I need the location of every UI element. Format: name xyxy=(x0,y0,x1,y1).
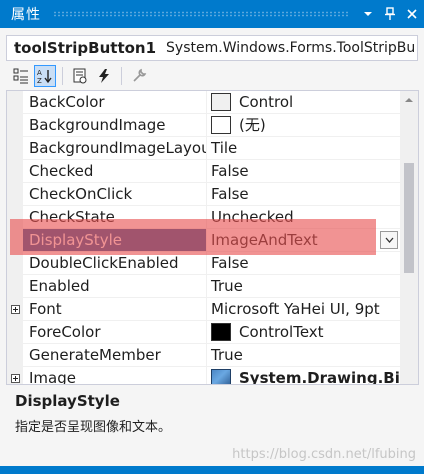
property-value-text: (无) xyxy=(239,115,266,134)
events-icon[interactable] xyxy=(93,65,115,87)
property-name[interactable]: Enabled xyxy=(23,275,207,298)
property-row[interactable]: Font Microsoft YaHei UI, 9pt xyxy=(7,298,400,321)
property-value-text: ImageAndText xyxy=(211,230,318,249)
row-gutter[interactable] xyxy=(7,367,23,384)
property-row[interactable]: CheckOnClick False xyxy=(7,183,400,206)
property-row[interactable]: Image System.Drawing.Bitm xyxy=(7,367,400,385)
categorized-icon[interactable] xyxy=(10,65,32,87)
svg-text:Z: Z xyxy=(37,77,42,84)
property-value[interactable]: Unchecked xyxy=(207,206,400,229)
property-value[interactable]: Tile xyxy=(207,137,400,160)
property-name[interactable]: Checked xyxy=(23,160,207,183)
property-value[interactable]: Microsoft YaHei UI, 9pt xyxy=(207,298,400,321)
property-grid[interactable]: BackColor Control BackgroundImage (无) Backgr… xyxy=(6,90,419,385)
property-row[interactable]: DisplayStyle ImageAndText xyxy=(7,229,400,252)
properties-icon[interactable] xyxy=(69,65,91,87)
property-name[interactable]: CheckState xyxy=(23,206,207,229)
property-row[interactable]: BackColor Control xyxy=(7,91,400,114)
property-row[interactable]: Checked False xyxy=(7,160,400,183)
property-value[interactable]: Control xyxy=(207,91,400,114)
scroll-up-arrow-icon[interactable] xyxy=(400,91,418,109)
property-pages-icon[interactable] xyxy=(128,65,150,87)
row-gutter xyxy=(7,252,23,275)
property-row[interactable]: GenerateMember True xyxy=(7,344,400,367)
row-gutter xyxy=(7,229,23,252)
property-value[interactable]: False xyxy=(207,183,400,206)
property-name[interactable]: BackColor xyxy=(23,91,207,114)
vertical-scrollbar[interactable] xyxy=(400,91,418,384)
row-gutter xyxy=(7,183,23,206)
pin-icon[interactable] xyxy=(380,4,400,24)
property-name[interactable]: GenerateMember xyxy=(23,344,207,367)
property-value-text: Tile xyxy=(211,138,238,157)
toolbar-separator xyxy=(121,67,122,85)
property-row[interactable]: BackgroundImageLayout Tile xyxy=(7,137,400,160)
property-value-text: False xyxy=(211,253,249,272)
property-value[interactable]: False xyxy=(207,160,400,183)
object-selector[interactable]: toolStripButton1 System.Windows.Forms.To… xyxy=(6,35,418,61)
toolbar-separator xyxy=(62,67,63,85)
property-value[interactable]: True xyxy=(207,344,400,367)
property-value-text: False xyxy=(211,184,249,203)
property-value-text: ControlText xyxy=(239,322,324,341)
value-dropdown-button[interactable] xyxy=(380,231,398,249)
color-swatch xyxy=(211,93,231,111)
property-row[interactable]: BackgroundImage (无) xyxy=(7,114,400,137)
row-gutter xyxy=(7,206,23,229)
property-value-text: System.Drawing.Bitm xyxy=(239,368,400,385)
description-title: DisplayStyle xyxy=(15,392,120,410)
property-value[interactable]: True xyxy=(207,275,400,298)
property-name[interactable]: ForeColor xyxy=(23,321,207,344)
titlebar-grip[interactable] xyxy=(53,11,348,17)
watermark: https://blog.csdn.net/lfubing xyxy=(232,447,416,462)
property-row[interactable]: CheckState Unchecked xyxy=(7,206,400,229)
property-value-text: Control xyxy=(239,92,294,111)
property-name[interactable]: Image xyxy=(23,367,207,384)
property-name[interactable]: Font xyxy=(23,298,207,321)
property-value-text: Unchecked xyxy=(211,207,294,226)
alphabetical-icon[interactable]: A Z xyxy=(34,65,56,87)
property-row[interactable]: DoubleClickEnabled False xyxy=(7,252,400,275)
property-row[interactable]: ForeColor ControlText xyxy=(7,321,400,344)
property-value-text: Microsoft YaHei UI, 9pt xyxy=(211,299,380,318)
property-value[interactable]: System.Drawing.Bitm xyxy=(207,367,400,385)
property-name[interactable]: BackgroundImageLayout xyxy=(23,137,207,160)
row-gutter xyxy=(7,114,23,137)
close-icon[interactable] xyxy=(402,4,422,24)
property-value[interactable]: ImageAndText xyxy=(207,229,400,252)
window-position-dropdown-icon[interactable] xyxy=(358,4,378,24)
property-value-text: True xyxy=(211,276,243,295)
expand-icon[interactable] xyxy=(10,374,20,383)
property-value-text: False xyxy=(211,161,249,180)
description-text: 指定是否呈现图像和文本。 xyxy=(15,420,172,435)
row-gutter xyxy=(7,160,23,183)
bottom-status-bar xyxy=(0,466,424,474)
expand-icon[interactable] xyxy=(10,305,20,314)
property-value[interactable]: ControlText xyxy=(207,321,400,344)
property-name[interactable]: CheckOnClick xyxy=(23,183,207,206)
row-gutter[interactable] xyxy=(7,298,23,321)
property-name[interactable]: BackgroundImage xyxy=(23,114,207,137)
object-type: System.Windows.Forms.ToolStripBu xyxy=(166,40,416,56)
color-swatch xyxy=(211,116,231,134)
property-name[interactable]: DisplayStyle xyxy=(23,229,207,252)
svg-text:A: A xyxy=(37,69,42,77)
property-name[interactable]: DoubleClickEnabled xyxy=(23,252,207,275)
scrollbar-thumb[interactable] xyxy=(404,163,414,273)
color-swatch xyxy=(211,323,231,341)
row-gutter xyxy=(7,137,23,160)
property-value[interactable]: False xyxy=(207,252,400,275)
image-thumbnail-icon xyxy=(211,369,231,384)
property-value-text: True xyxy=(211,345,243,364)
row-gutter xyxy=(7,91,23,114)
row-gutter xyxy=(7,344,23,367)
row-gutter xyxy=(7,321,23,344)
property-value[interactable]: (无) xyxy=(207,114,400,137)
panel-title: 属性 xyxy=(11,7,41,23)
object-name: toolStripButton1 xyxy=(14,39,157,57)
properties-toolbar: A Z xyxy=(10,64,152,88)
properties-titlebar: 属性 xyxy=(0,0,424,28)
property-row[interactable]: Enabled True xyxy=(7,275,400,298)
row-gutter xyxy=(7,275,23,298)
